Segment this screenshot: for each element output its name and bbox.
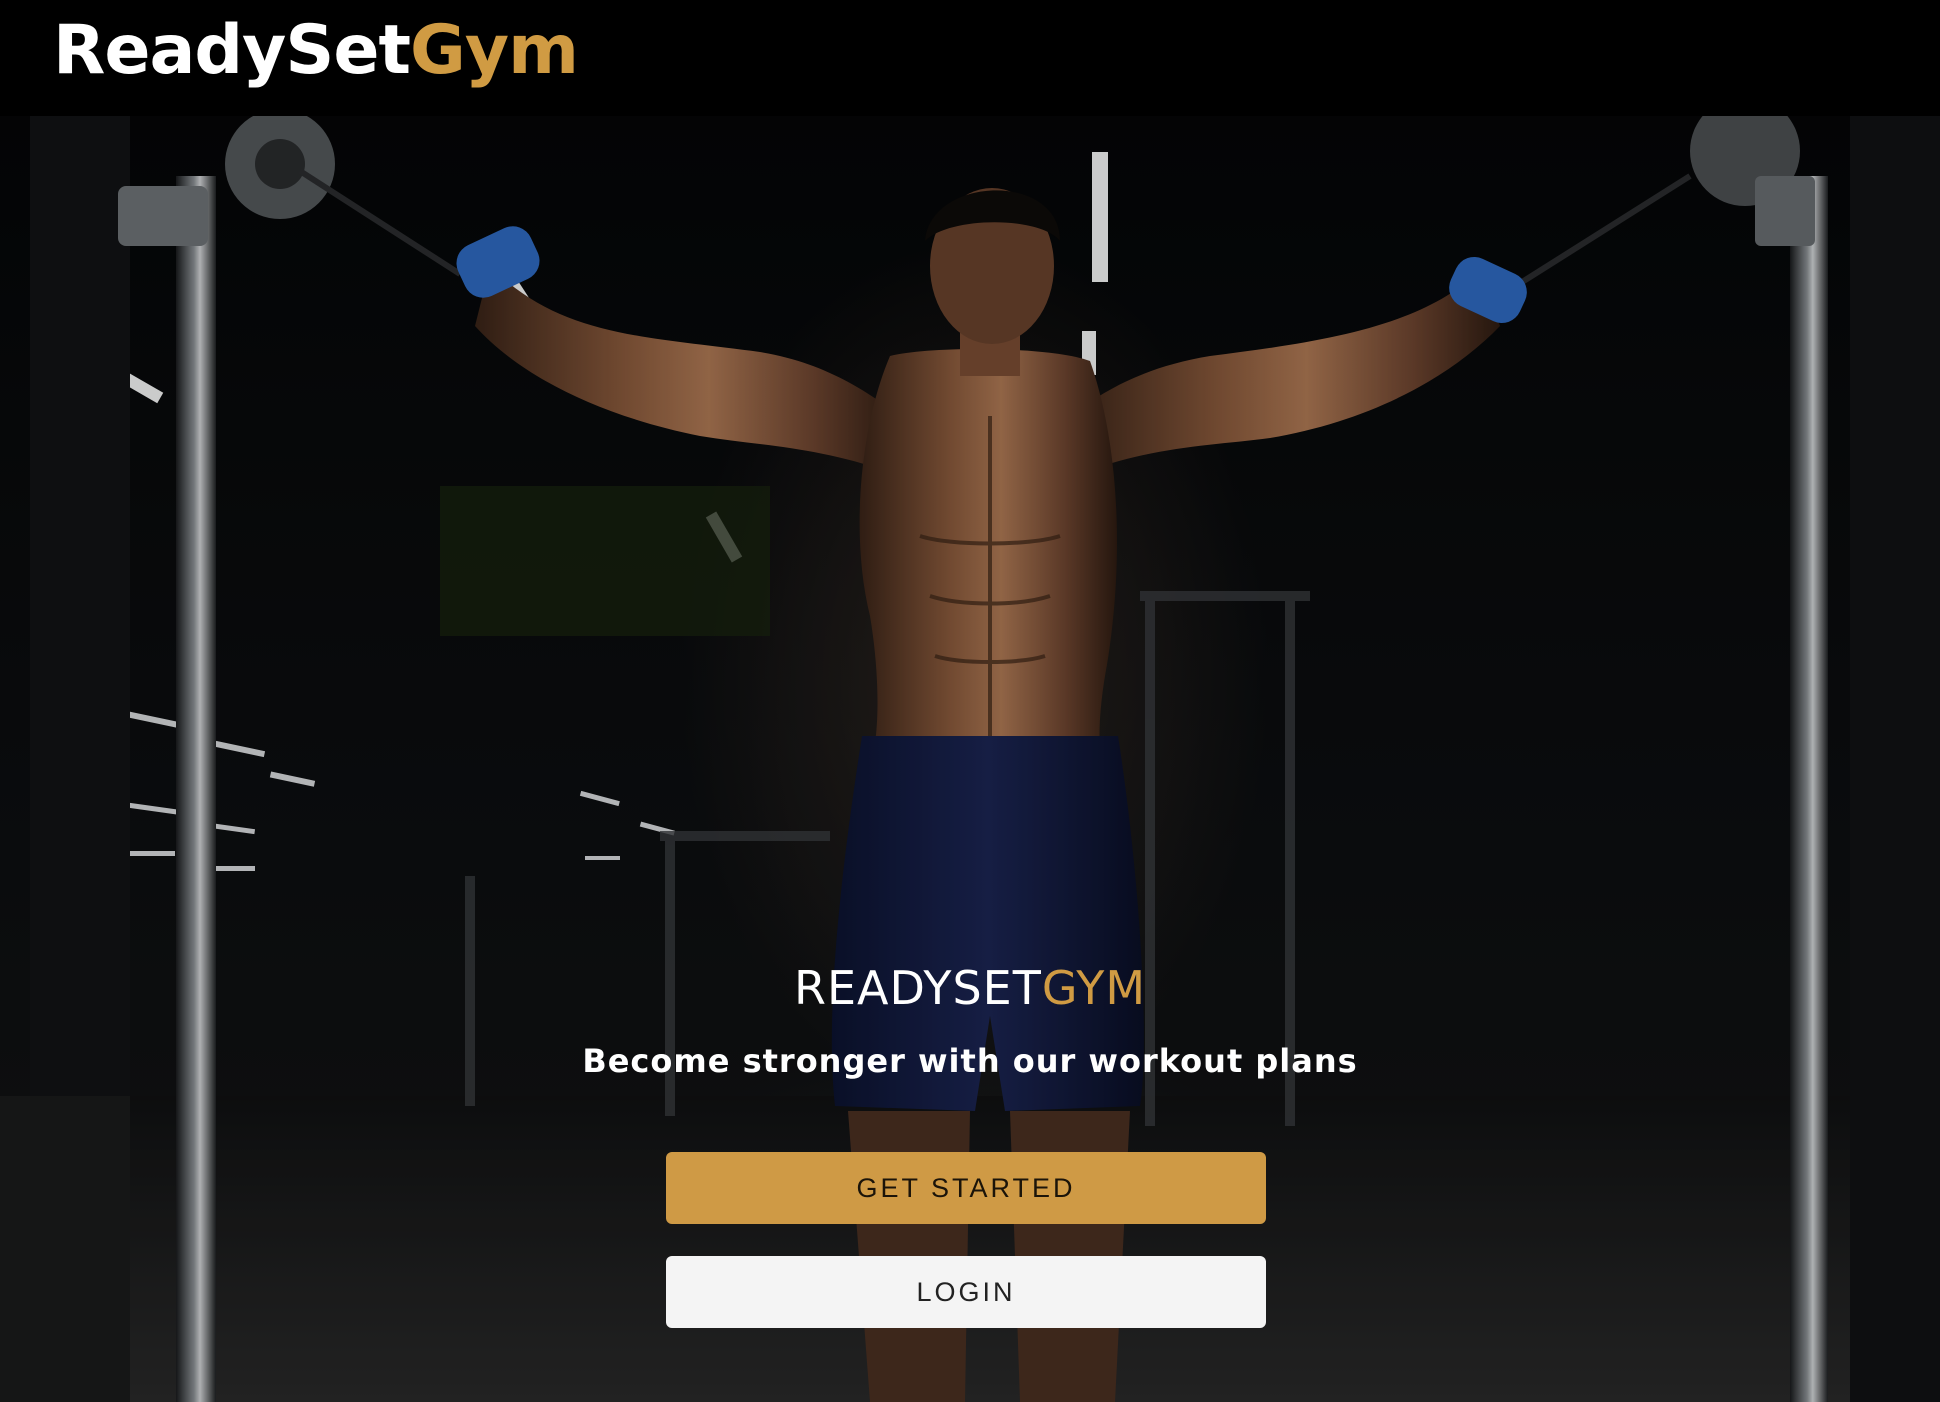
- brand-logo[interactable]: ReadySetGym: [53, 8, 579, 94]
- get-started-button[interactable]: GET STARTED: [666, 1152, 1266, 1224]
- navbar: ReadySetGym: [0, 0, 1940, 116]
- get-started-label: GET STARTED: [856, 1172, 1076, 1203]
- brand-name-part1: ReadySet: [53, 11, 411, 90]
- hero-title-part2: GYM: [1041, 961, 1147, 1015]
- login-button[interactable]: LOGIN: [666, 1256, 1266, 1328]
- hero-title: READYSETGYM: [0, 958, 1940, 1018]
- landing-page: ReadySetGym READYSETGYM Become stronger …: [0, 0, 1940, 1402]
- brand-name-part2: Gym: [409, 11, 579, 90]
- hero-section: READYSETGYM Become stronger with our wor…: [0, 116, 1940, 1402]
- hero-title-part1: READYSET: [793, 961, 1042, 1015]
- login-label: LOGIN: [916, 1276, 1016, 1307]
- hero-subtitle: Become stronger with our workout plans: [582, 1042, 1358, 1080]
